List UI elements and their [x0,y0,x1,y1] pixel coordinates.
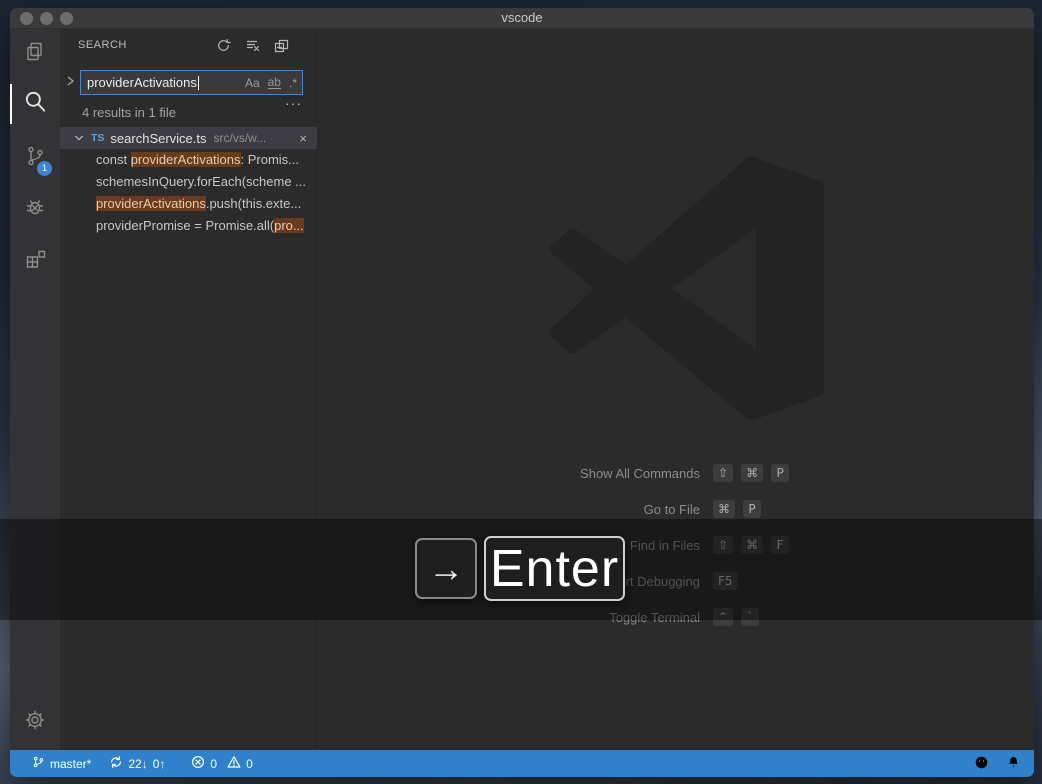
regex-toggle[interactable]: .* [289,76,297,90]
error-icon [191,755,205,772]
warnings-status[interactable]: 0 [227,755,253,772]
enter-key-overlay: Enter [484,536,625,601]
ts-file-icon: TS [91,132,104,144]
vscode-window: vscode [10,8,1034,777]
enter-key: Enter [490,539,619,599]
minimize-button[interactable] [40,12,53,25]
sidebar-item-extensions[interactable] [10,236,60,286]
settings-button[interactable] [10,697,60,747]
whole-word-toggle[interactable]: ab [268,77,281,89]
close-button[interactable] [20,12,33,25]
sync-status[interactable]: 22↓ 0↑ [109,755,165,772]
git-branch-icon [32,755,45,772]
search-query-text: providerActivations [87,75,197,90]
sidebar-item-search[interactable] [10,79,60,129]
sync-icon [109,755,123,772]
traffic-lights [20,12,73,25]
title-bar: vscode [10,8,1034,29]
activity-bar: 1 [10,29,60,750]
search-icon [22,89,48,120]
match-case-toggle[interactable]: Aa [245,76,260,90]
scm-badge: 1 [37,161,52,176]
text-caret [198,76,199,90]
desktop-background: vscode [0,0,1042,784]
sidebar-item-debug[interactable] [10,184,60,234]
arrow-key-overlay: → [415,538,477,599]
branch-status[interactable]: master* [32,755,91,772]
editor-area: Show All Commands⇧⌘PGo to File⌘PFind in … [317,29,1034,750]
status-bar: master* 22↓ 0↑ 0 0 [10,750,1034,777]
files-icon [23,40,47,69]
keybinding-chip: P [743,500,761,518]
search-panel: SEARCH providerActivations [60,29,317,750]
incoming-commits: 22↓ [128,757,147,771]
errors-status[interactable]: 0 [191,755,217,772]
bug-icon [23,195,47,224]
more-actions-button[interactable]: ··· [285,95,302,111]
search-results: const providerActivations: Promis...sche… [60,149,317,237]
shortcut-label: Show All Commands [317,466,700,481]
keybinding-chip: P [771,464,789,482]
chevron-down-icon[interactable] [74,133,84,143]
search-result[interactable]: providerActivations.push(this.exte... [60,193,317,215]
panel-title: SEARCH [78,39,127,51]
sidebar-item-explorer[interactable] [10,29,60,79]
branch-name: master* [50,757,91,771]
gear-icon [23,708,47,737]
file-name: searchService.ts [110,131,206,146]
warning-count: 0 [246,757,253,771]
watermark-shortcut-row: Show All Commands ⇧ ⌘ P [317,455,1034,491]
search-result[interactable]: const providerActivations: Promis... [60,149,317,171]
search-input[interactable]: providerActivations Aa ab .* [80,70,303,95]
vscode-logo-watermark [543,157,827,425]
right-arrow-key: → [428,548,464,590]
file-result-row[interactable]: TS searchService.ts src/vs/w... × [60,127,317,149]
extensions-icon [23,247,47,276]
active-indicator [10,84,12,124]
sidebar-item-source-control[interactable]: 1 [10,133,60,183]
dismiss-file-icon[interactable]: × [299,131,307,146]
search-result[interactable]: providerPromise = Promise.all(pro... [60,215,317,237]
outgoing-commits: 0↑ [153,757,166,771]
keybinding-chip: ⌘ [713,500,735,518]
feedback-smiley-icon[interactable] [974,755,989,773]
clear-results-icon[interactable] [244,37,260,53]
notifications-bell-icon[interactable] [1007,755,1020,772]
keybinding-chip: ⌘ [741,464,763,482]
collapse-all-icon[interactable] [273,37,289,53]
shortcut-label: Go to File [317,502,700,517]
warning-icon [227,755,241,772]
zoom-button[interactable] [60,12,73,25]
keybinding-chip: ⇧ [713,464,733,482]
results-summary: 4 results in 1 file [82,105,303,120]
file-path: src/vs/w... [214,131,267,145]
search-result[interactable]: schemesInQuery.forEach(scheme ... [60,171,317,193]
window-title: vscode [10,8,1034,28]
refresh-icon[interactable] [215,37,231,53]
toggle-replace-chevron[interactable] [65,75,75,87]
error-count: 0 [210,757,217,771]
